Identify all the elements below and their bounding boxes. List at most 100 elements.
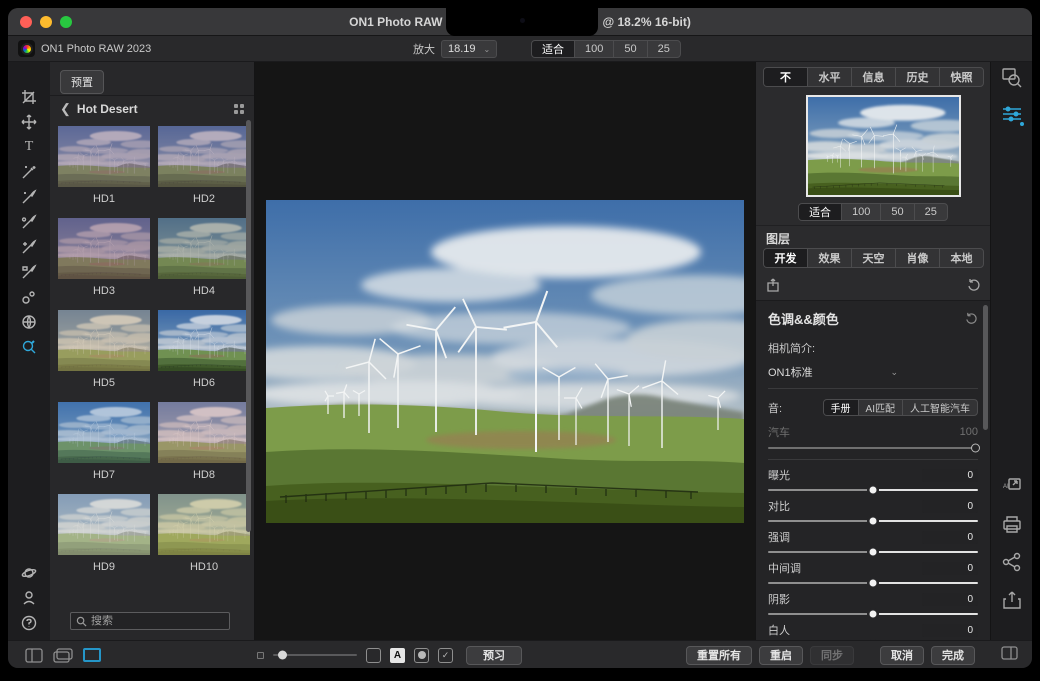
save-mask-icon[interactable]	[766, 278, 780, 292]
slider-track[interactable]	[768, 551, 978, 553]
preview-button[interactable]: 预习	[466, 646, 522, 665]
preset-thumbnail[interactable]	[58, 310, 150, 371]
done-button[interactable]: 完成	[931, 646, 975, 665]
nav-tab-历史[interactable]: 历史	[896, 68, 940, 86]
slider-knob[interactable]	[869, 579, 878, 588]
nav-zoom-25[interactable]: 25	[915, 204, 947, 220]
navigator-preview[interactable]	[806, 95, 961, 197]
preset-thumbnail[interactable]	[158, 126, 250, 187]
search-input[interactable]	[91, 615, 211, 627]
nav-zoom-50[interactable]: 50	[881, 204, 914, 220]
presets-scrollbar[interactable]	[246, 120, 251, 532]
clone-stamp-icon[interactable]	[20, 288, 38, 306]
slider-knob[interactable]	[869, 610, 878, 619]
slider-knob[interactable]	[869, 517, 878, 526]
nav-zoom-适合[interactable]: 适合	[799, 204, 842, 220]
tone-mode-人工智能汽车[interactable]: 人工智能汽车	[903, 400, 977, 415]
preset-thumbnail[interactable]	[58, 402, 150, 463]
ai-resize-icon[interactable]: AI	[1002, 476, 1022, 496]
preset-thumbnail[interactable]	[158, 310, 250, 371]
slider-value[interactable]: 0	[922, 593, 978, 606]
tone-mode-AI匹配[interactable]: AI匹配	[859, 400, 903, 415]
module-tab-天空[interactable]: 天空	[852, 249, 896, 267]
slider-knob[interactable]	[869, 548, 878, 557]
slider-track[interactable]	[768, 582, 978, 584]
sky-swap-icon[interactable]	[20, 313, 38, 331]
preset-item-HD10[interactable]: HD10	[158, 494, 250, 578]
section-reset-icon[interactable]	[965, 312, 978, 325]
zoom-select[interactable]: 18.19 ⌄	[441, 40, 497, 58]
preset-thumbnail[interactable]	[58, 126, 150, 187]
slider-value[interactable]: 0	[922, 624, 978, 637]
panel-toggle-icon[interactable]	[1001, 646, 1018, 665]
preset-thumbnail[interactable]	[158, 494, 250, 555]
fit-option-100[interactable]: 100	[575, 41, 614, 57]
panel-scrollbar[interactable]	[983, 305, 988, 430]
slider-value[interactable]: 0	[922, 562, 978, 575]
crop-icon[interactable]	[20, 88, 38, 106]
move-icon[interactable]	[20, 113, 38, 131]
nav-tab-不[interactable]: 不	[764, 68, 808, 86]
portrait-person-icon[interactable]	[20, 589, 38, 607]
soft-proof-icon[interactable]: A	[390, 648, 405, 663]
presets-button[interactable]: 预置	[60, 70, 104, 94]
slider-knob[interactable]	[869, 486, 878, 495]
slider-value[interactable]: 0	[922, 500, 978, 513]
reset-all-button[interactable]: 重置所有	[686, 646, 752, 665]
fit-option-50[interactable]: 50	[614, 41, 647, 57]
preset-item-HD5[interactable]: HD5	[58, 310, 150, 394]
nav-tab-水平[interactable]: 水平	[808, 68, 852, 86]
preset-item-HD6[interactable]: HD6	[158, 310, 250, 394]
preset-thumbnail[interactable]	[58, 494, 150, 555]
preset-item-HD2[interactable]: HD2	[158, 126, 250, 210]
tone-mode-手册[interactable]: 手册	[824, 400, 859, 415]
back-chevron-icon[interactable]: ❮	[60, 101, 71, 117]
module-tab-肖像[interactable]: 肖像	[896, 249, 940, 267]
canvas[interactable]	[255, 62, 755, 640]
checkmark-icon[interactable]: ✓	[438, 648, 453, 663]
reset-button[interactable]: 重启	[759, 646, 803, 665]
mask-view-square-icon[interactable]	[366, 648, 381, 663]
grid-view-icon[interactable]	[234, 104, 244, 114]
ai-wand-icon[interactable]	[20, 163, 38, 181]
module-tab-开发[interactable]: 开发	[764, 249, 808, 267]
preset-item-HD4[interactable]: HD4	[158, 218, 250, 302]
slider-track[interactable]	[768, 613, 978, 615]
preset-thumbnail[interactable]	[158, 218, 250, 279]
mask-overlay-icon[interactable]	[414, 648, 429, 663]
fit-option-适合[interactable]: 适合	[532, 41, 575, 57]
module-tab-效果[interactable]: 效果	[808, 249, 852, 267]
slider-track[interactable]	[768, 489, 978, 491]
nav-tab-快照[interactable]: 快照	[940, 68, 983, 86]
share-icon[interactable]	[1002, 552, 1022, 572]
preset-item-HD9[interactable]: HD9	[58, 494, 150, 578]
help-icon[interactable]	[20, 614, 38, 632]
text-icon[interactable]: T	[20, 138, 38, 156]
camera-profile-select[interactable]: ON1标准 ⌄	[768, 364, 898, 380]
photo-wind-turbines[interactable]	[266, 200, 744, 523]
browse-mode-icon[interactable]	[1002, 68, 1022, 88]
refine-brush-icon[interactable]	[20, 213, 38, 231]
view-zoom-icon[interactable]	[20, 338, 38, 356]
filmstrip-view-icon[interactable]	[53, 648, 73, 663]
module-tab-本地[interactable]: 本地	[940, 249, 983, 267]
preset-thumbnail[interactable]	[58, 218, 150, 279]
print-icon[interactable]	[1002, 514, 1022, 534]
perfect-brush-icon[interactable]	[20, 238, 38, 256]
preset-item-HD8[interactable]: HD8	[158, 402, 250, 486]
slider-track[interactable]	[768, 520, 978, 522]
masking-brush-icon[interactable]	[20, 188, 38, 206]
edit-mode-icon[interactable]	[1002, 104, 1022, 124]
sync-button[interactable]: 同步	[810, 646, 854, 665]
export-icon[interactable]	[1002, 590, 1022, 610]
split-view-icon[interactable]	[25, 648, 43, 663]
preset-item-HD7[interactable]: HD7	[58, 402, 150, 486]
fit-option-25[interactable]: 25	[648, 41, 680, 57]
opacity-slider[interactable]	[273, 654, 357, 656]
preset-thumbnail[interactable]	[158, 402, 250, 463]
erase-brush-icon[interactable]	[20, 263, 38, 281]
compare-box-icon[interactable]	[257, 652, 264, 659]
cancel-button[interactable]: 取消	[880, 646, 924, 665]
slider-value[interactable]: 0	[922, 531, 978, 544]
preset-item-HD1[interactable]: HD1	[58, 126, 150, 210]
